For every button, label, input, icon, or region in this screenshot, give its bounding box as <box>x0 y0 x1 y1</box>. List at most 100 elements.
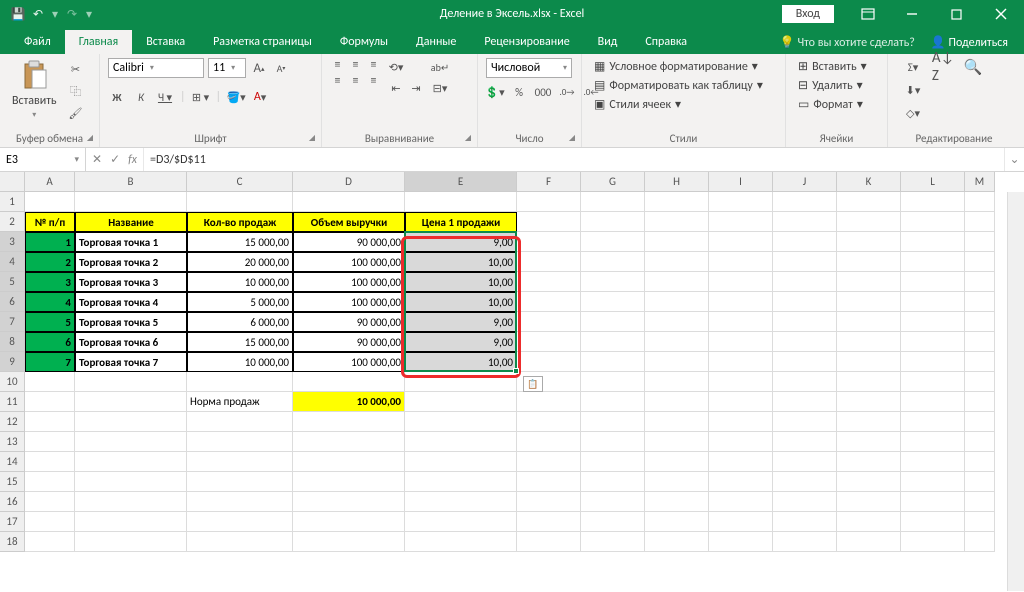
cell-A1[interactable] <box>25 192 75 212</box>
font-size-select[interactable]: 11▾ <box>208 58 246 78</box>
cell-M15[interactable] <box>965 472 995 492</box>
cell-B13[interactable] <box>75 432 187 452</box>
cell-J12[interactable] <box>773 412 837 432</box>
cell-F2[interactable] <box>517 212 581 232</box>
cell-J17[interactable] <box>773 512 837 532</box>
cell-F17[interactable] <box>517 512 581 532</box>
cell-I18[interactable] <box>709 532 773 552</box>
share-button[interactable]: 👤 Поделиться <box>931 35 1008 50</box>
col-header-F[interactable]: F <box>517 172 581 192</box>
col-header-C[interactable]: C <box>187 172 293 192</box>
row-header-8[interactable]: 8 <box>0 332 25 352</box>
cell-H8[interactable] <box>645 332 709 352</box>
fill-handle[interactable] <box>513 368 519 374</box>
row-header-2[interactable]: 2 <box>0 212 25 232</box>
maximize-icon[interactable] <box>934 0 978 28</box>
align-center-icon[interactable]: ≡ <box>348 74 363 87</box>
save-icon[interactable]: 💾 <box>10 6 26 22</box>
header-E[interactable]: Цена 1 продажи <box>405 212 517 232</box>
cancel-formula-icon[interactable]: ✕ <box>92 152 102 167</box>
cell-H16[interactable] <box>645 492 709 512</box>
cell-I13[interactable] <box>709 432 773 452</box>
cut-icon[interactable]: ✂ <box>67 60 85 78</box>
cell-I5[interactable] <box>709 272 773 292</box>
cell-F15[interactable] <box>517 472 581 492</box>
cell-L12[interactable] <box>901 412 965 432</box>
cell-styles-button[interactable]: ▣Стили ячеек ▾ <box>590 96 767 113</box>
cell-M2[interactable] <box>965 212 995 232</box>
cell-J11[interactable] <box>773 392 837 412</box>
borders-icon[interactable]: ⊞ ▾ <box>192 88 210 106</box>
cell-H4[interactable] <box>645 252 709 272</box>
cell-L6[interactable] <box>901 292 965 312</box>
cell-K3[interactable] <box>837 232 901 252</box>
cell-M13[interactable] <box>965 432 995 452</box>
cell-price-7[interactable]: 9,00 <box>405 312 517 332</box>
row-header-6[interactable]: 6 <box>0 292 25 312</box>
number-launcher-icon[interactable]: ◢ <box>569 133 575 143</box>
tab-review[interactable]: Рецензирование <box>470 30 583 54</box>
cell-name-6[interactable]: Торговая точка 4 <box>75 292 187 312</box>
redo-icon[interactable]: ↷ <box>64 6 80 22</box>
cell-F3[interactable] <box>517 232 581 252</box>
cell-H11[interactable] <box>645 392 709 412</box>
col-header-G[interactable]: G <box>581 172 645 192</box>
cell-L10[interactable] <box>901 372 965 392</box>
cell-G5[interactable] <box>581 272 645 292</box>
cell-J8[interactable] <box>773 332 837 352</box>
decrease-font-icon[interactable]: A▾ <box>272 59 290 77</box>
qat-dropdown-icon[interactable]: ▾ <box>52 7 58 22</box>
cell-name-7[interactable]: Торговая точка 5 <box>75 312 187 332</box>
col-header-M[interactable]: M <box>965 172 995 192</box>
tab-page-layout[interactable]: Разметка страницы <box>199 30 326 54</box>
underline-icon[interactable]: Ч ▾ <box>156 88 174 106</box>
cell-price-4[interactable]: 10,00 <box>405 252 517 272</box>
cell-C15[interactable] <box>187 472 293 492</box>
cell-A16[interactable] <box>25 492 75 512</box>
cell-name-5[interactable]: Торговая точка 3 <box>75 272 187 292</box>
autosum-icon[interactable]: Σ▾ <box>904 58 922 76</box>
cell-M10[interactable] <box>965 372 995 392</box>
comma-icon[interactable]: 000 <box>534 83 552 101</box>
cell-F6[interactable] <box>517 292 581 312</box>
cell-G10[interactable] <box>581 372 645 392</box>
cell-E1[interactable] <box>405 192 517 212</box>
cell-I1[interactable] <box>709 192 773 212</box>
cell-K10[interactable] <box>837 372 901 392</box>
cell-D16[interactable] <box>293 492 405 512</box>
cell-I10[interactable] <box>709 372 773 392</box>
cell-G3[interactable] <box>581 232 645 252</box>
cell-C14[interactable] <box>187 452 293 472</box>
header-C[interactable]: Кол-во продаж <box>187 212 293 232</box>
copy-icon[interactable]: ⿻ <box>67 82 85 100</box>
col-header-I[interactable]: I <box>709 172 773 192</box>
vertical-scrollbar[interactable] <box>1007 192 1024 591</box>
cell-L15[interactable] <box>901 472 965 492</box>
cell-B18[interactable] <box>75 532 187 552</box>
header-D[interactable]: Объем выручки <box>293 212 405 232</box>
format-cells-button[interactable]: ▭Формат ▾ <box>794 96 871 113</box>
cell-F16[interactable] <box>517 492 581 512</box>
cell-G7[interactable] <box>581 312 645 332</box>
row-header-9[interactable]: 9 <box>0 352 25 372</box>
cell-M12[interactable] <box>965 412 995 432</box>
cell-I3[interactable] <box>709 232 773 252</box>
cell-G16[interactable] <box>581 492 645 512</box>
cell-name-9[interactable]: Торговая точка 7 <box>75 352 187 372</box>
cell-C16[interactable] <box>187 492 293 512</box>
cell-G6[interactable] <box>581 292 645 312</box>
enter-formula-icon[interactable]: ✓ <box>110 152 120 167</box>
delete-cells-button[interactable]: ⊟Удалить ▾ <box>794 77 871 94</box>
cell-G12[interactable] <box>581 412 645 432</box>
cell-K8[interactable] <box>837 332 901 352</box>
col-header-A[interactable]: A <box>25 172 75 192</box>
cell-K5[interactable] <box>837 272 901 292</box>
row-header-17[interactable]: 17 <box>0 512 25 532</box>
cell-qty-9[interactable]: 10 000,00 <box>187 352 293 372</box>
cell-G13[interactable] <box>581 432 645 452</box>
expand-formula-bar-icon[interactable]: ⌄ <box>1004 148 1024 171</box>
cell-A12[interactable] <box>25 412 75 432</box>
cell-L16[interactable] <box>901 492 965 512</box>
bold-icon[interactable]: Ж <box>108 88 126 106</box>
col-header-J[interactable]: J <box>773 172 837 192</box>
